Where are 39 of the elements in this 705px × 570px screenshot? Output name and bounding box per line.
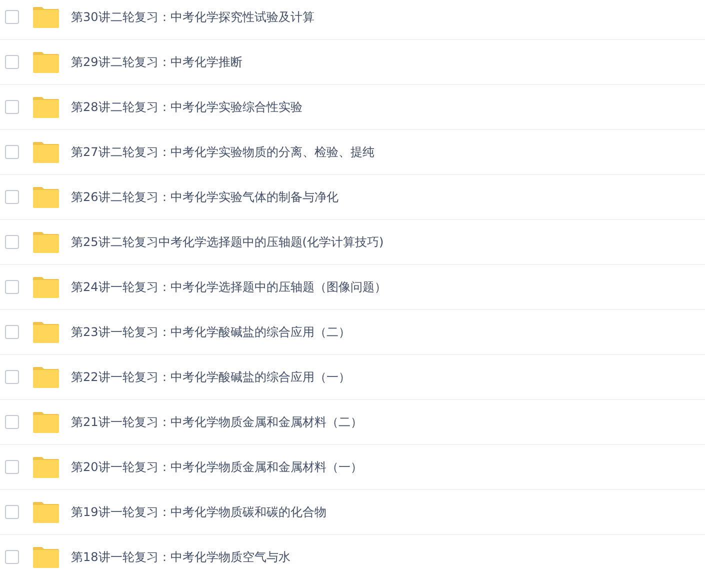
folder-icon: [33, 366, 59, 388]
checkbox[interactable]: [5, 550, 19, 564]
folder-icon: [33, 96, 59, 118]
folder-icon: [33, 412, 59, 432]
checkbox[interactable]: [5, 505, 19, 519]
checkbox[interactable]: [5, 55, 19, 69]
folder-icon: [33, 232, 59, 252]
folder-name[interactable]: 第30讲二轮复习：中考化学探究性试验及计算: [71, 8, 314, 26]
checkbox[interactable]: [5, 190, 19, 204]
checkbox[interactable]: [5, 415, 19, 429]
checkbox[interactable]: [5, 10, 19, 24]
folder-name[interactable]: 第18讲一轮复习：中考化学物质空气与水: [71, 548, 290, 566]
folder-name[interactable]: 第28讲二轮复习：中考化学实验综合性实验: [71, 98, 302, 116]
folder-name[interactable]: 第26讲二轮复习：中考化学实验气体的制备与净化: [71, 188, 338, 206]
checkbox[interactable]: [5, 370, 19, 384]
checkbox[interactable]: [5, 280, 19, 294]
folder-name[interactable]: 第23讲一轮复习：中考化学酸碱盐的综合应用（二）: [71, 324, 350, 340]
folder-icon: [33, 186, 59, 208]
folder-icon: [33, 276, 59, 298]
folder-name[interactable]: 第24讲一轮复习：中考化学选择题中的压轴题（图像问题）: [71, 278, 386, 296]
folder-icon: [33, 502, 59, 522]
folder-name[interactable]: 第25讲二轮复习中考化学选择题中的压轴题(化学计算技巧): [71, 234, 384, 250]
folder-name[interactable]: 第20讲一轮复习：中考化学物质金属和金属材料（一）: [71, 458, 362, 476]
checkbox[interactable]: [5, 100, 19, 114]
checkbox[interactable]: [5, 460, 19, 474]
folder-icon: [33, 546, 59, 568]
folder-name[interactable]: 第27讲二轮复习：中考化学实验物质的分离、检验、提纯: [71, 144, 374, 160]
folder-name[interactable]: 第21讲一轮复习：中考化学物质金属和金属材料（二）: [71, 414, 362, 430]
folder-name[interactable]: 第29讲二轮复习：中考化学推断: [71, 54, 242, 70]
folder-icon: [33, 322, 59, 342]
checkbox[interactable]: [5, 145, 19, 159]
folder-icon: [33, 6, 59, 28]
folder-icon: [33, 456, 59, 478]
folder-icon: [33, 52, 59, 72]
checkbox[interactable]: [5, 235, 19, 249]
folder-name[interactable]: 第22讲一轮复习：中考化学酸碱盐的综合应用（一）: [71, 368, 350, 386]
folder-name[interactable]: 第19讲一轮复习：中考化学物质碳和碳的化合物: [71, 504, 326, 520]
checkbox[interactable]: [5, 325, 19, 339]
folder-icon: [33, 142, 59, 162]
